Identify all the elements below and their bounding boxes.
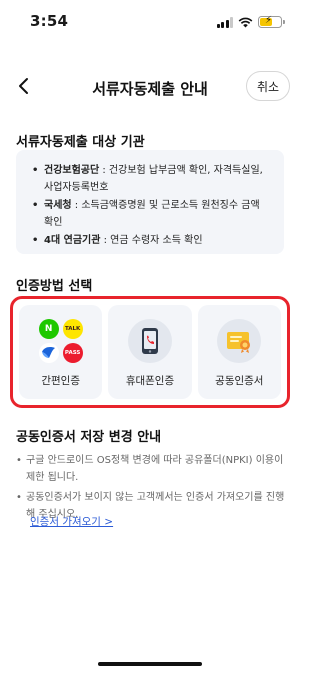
wifi-icon <box>238 17 253 27</box>
auth-method-title: 인증방법 선택 <box>16 279 93 294</box>
naver-icon: N <box>38 319 59 339</box>
pass-icon: PASS <box>62 343 83 363</box>
home-indicator <box>98 662 202 666</box>
agency-item: 건강보험공단 : 건강보험 납부금액 확인, 자격득실일, 사업자등록번호 <box>32 162 272 196</box>
notice-title: 공동인증서 저장 변경 안내 <box>16 430 162 445</box>
signal-icon <box>216 16 233 28</box>
mobile-auth-label: 휴대폰인증 <box>125 375 175 387</box>
agencies-info-box: 건강보험공단 : 건강보험 납부금액 확인, 자격득실일, 사업자등록번호 국세… <box>16 150 284 254</box>
simple-auth-icons: N TALK PASS <box>38 319 83 363</box>
mobile-phone-icon <box>127 319 172 363</box>
status-bar: 3:54 ⚡ <box>0 0 300 44</box>
status-icons: ⚡ <box>216 15 285 28</box>
simple-auth-label: 간편인증 <box>41 375 80 387</box>
certificate-icon <box>217 319 262 363</box>
auth-method-highlight: N TALK PASS 간편인증 휴대폰인증 공동인증서 <box>10 296 290 408</box>
kakao-icon: TALK <box>62 319 83 339</box>
cancel-button[interactable]: 취소 <box>246 71 290 101</box>
battery-icon: ⚡ <box>258 15 285 28</box>
nav-bar: 서류자동제출 안내 취소 <box>0 70 300 106</box>
agencies-title: 서류자동제출 대상 기관 <box>16 135 145 150</box>
status-time: 3:54 <box>30 12 69 30</box>
agency-item: 4대 연금기관 : 연금 수령자 소득 확인 <box>32 232 272 249</box>
joint-certificate-button[interactable]: 공동인증서 <box>197 305 281 399</box>
mobile-auth-button[interactable]: 휴대폰인증 <box>108 305 192 399</box>
import-certificate-link[interactable]: 인증서 가져오기 > <box>30 514 113 529</box>
notice-item: 구글 안드로이드 OS정책 변경에 따라 공유폴더(NPKI) 이용이 제한 됩… <box>16 452 286 486</box>
toss-icon <box>38 343 59 363</box>
agency-item: 국세청 : 소득금액증명원 및 근로소득 원천징수 금액 확인 <box>32 197 272 231</box>
simple-auth-button[interactable]: N TALK PASS 간편인증 <box>19 305 103 399</box>
joint-certificate-label: 공동인증서 <box>215 375 264 387</box>
